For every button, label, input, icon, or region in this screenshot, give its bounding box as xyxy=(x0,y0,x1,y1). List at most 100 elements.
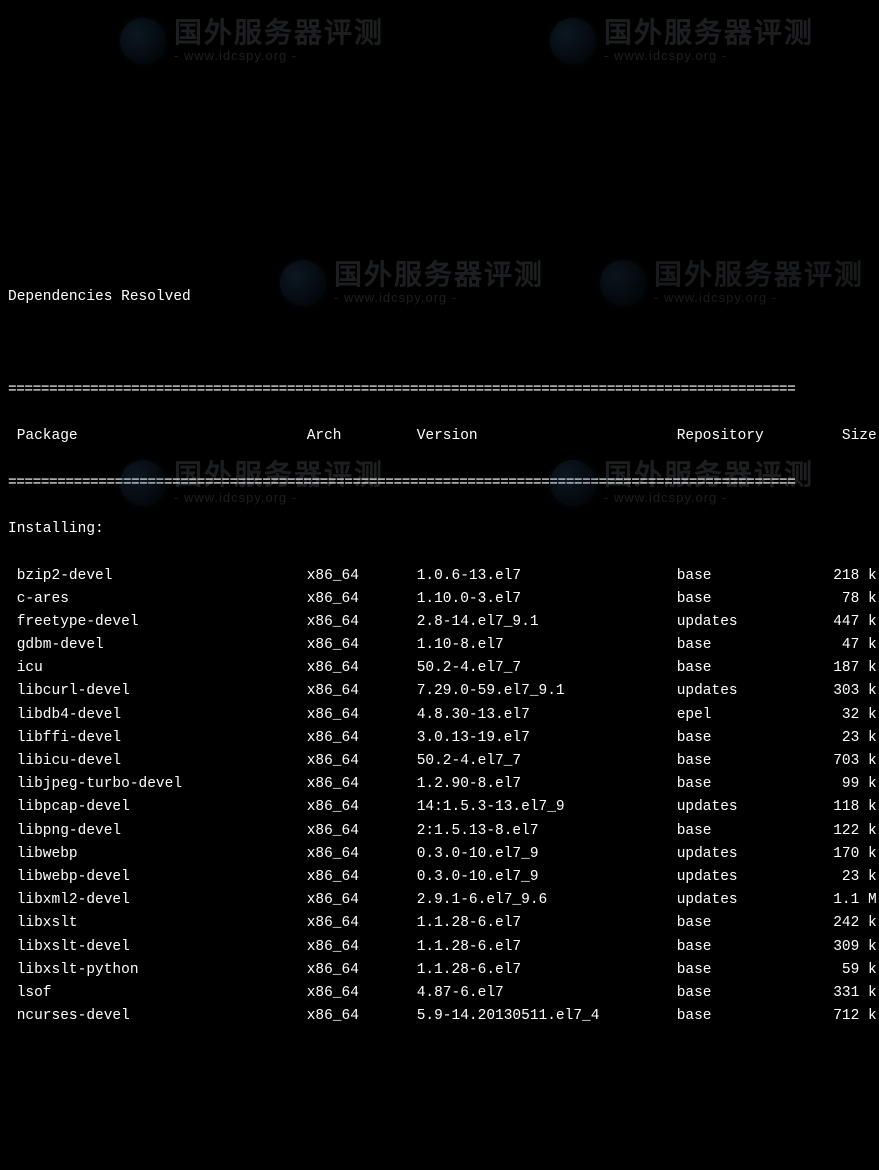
col-repository: Repository xyxy=(677,425,817,448)
table-row: libicu-develx86_6450.2-4.el7_7base703 k xyxy=(8,750,871,773)
table-row: lsofx86_644.87-6.el7base331 k xyxy=(8,982,871,1005)
table-row: libffi-develx86_643.0.13-19.el7base23 k xyxy=(8,727,871,750)
cell-arch: x86_64 xyxy=(307,727,417,750)
cell-arch: x86_64 xyxy=(307,820,417,843)
section-label: Installing: xyxy=(8,518,871,541)
cell-version: 1.1.28-6.el7 xyxy=(417,959,677,982)
cell-size: 331 k xyxy=(817,982,877,1005)
cell-size: 703 k xyxy=(817,750,877,773)
cell-size: 447 k xyxy=(817,611,877,634)
table-row: freetype-develx86_642.8-14.el7_9.1update… xyxy=(8,611,871,634)
table-row: libxslt-pythonx86_641.1.28-6.el7base59 k xyxy=(8,959,871,982)
divider-line: ========================================… xyxy=(8,472,871,495)
cell-arch: x86_64 xyxy=(307,982,417,1005)
cell-arch: x86_64 xyxy=(307,565,417,588)
blank-line xyxy=(8,333,871,356)
cell-version: 1.10-8.el7 xyxy=(417,634,677,657)
cell-repository: updates xyxy=(677,889,817,912)
cell-arch: x86_64 xyxy=(307,750,417,773)
cell-size: 303 k xyxy=(817,680,877,703)
table-row: libdb4-develx86_644.8.30-13.el7epel32 k xyxy=(8,704,871,727)
cell-size: 309 k xyxy=(817,936,877,959)
cell-arch: x86_64 xyxy=(307,889,417,912)
cell-arch: x86_64 xyxy=(307,866,417,889)
cell-package: libcurl-devel xyxy=(17,680,307,703)
cell-version: 4.8.30-13.el7 xyxy=(417,704,677,727)
cell-package: libpcap-devel xyxy=(17,796,307,819)
cell-repository: epel xyxy=(677,704,817,727)
cell-version: 2.9.1-6.el7_9.6 xyxy=(417,889,677,912)
cell-version: 50.2-4.el7_7 xyxy=(417,657,677,680)
cell-package: icu xyxy=(17,657,307,680)
divider-line: ========================================… xyxy=(8,379,871,402)
cell-package: lsof xyxy=(17,982,307,1005)
cell-repository: base xyxy=(677,936,817,959)
cell-version: 2:1.5.13-8.el7 xyxy=(417,820,677,843)
cell-size: 170 k xyxy=(817,843,877,866)
cell-package: libwebp-devel xyxy=(17,866,307,889)
table-row: libwebp-develx86_640.3.0-10.el7_9updates… xyxy=(8,866,871,889)
table-row: libpcap-develx86_6414:1.5.3-13.el7_9upda… xyxy=(8,796,871,819)
table-row: libwebpx86_640.3.0-10.el7_9updates170 k xyxy=(8,843,871,866)
cell-package: libpng-devel xyxy=(17,820,307,843)
col-arch: Arch xyxy=(307,425,417,448)
cell-repository: base xyxy=(677,750,817,773)
header-line: Dependencies Resolved xyxy=(8,286,871,309)
cell-size: 23 k xyxy=(817,727,877,750)
cell-size: 32 k xyxy=(817,704,877,727)
cell-repository: updates xyxy=(677,611,817,634)
cell-size: 122 k xyxy=(817,820,877,843)
col-package: Package xyxy=(17,425,307,448)
cell-size: 218 k xyxy=(817,565,877,588)
table-row: libjpeg-turbo-develx86_641.2.90-8.el7bas… xyxy=(8,773,871,796)
cell-package: libdb4-devel xyxy=(17,704,307,727)
cell-package: c-ares xyxy=(17,588,307,611)
cell-version: 2.8-14.el7_9.1 xyxy=(417,611,677,634)
cell-repository: base xyxy=(677,982,817,1005)
cell-version: 50.2-4.el7_7 xyxy=(417,750,677,773)
cell-size: 187 k xyxy=(817,657,877,680)
table-row: libxslt-develx86_641.1.28-6.el7base309 k xyxy=(8,936,871,959)
cell-package: libxslt-python xyxy=(17,959,307,982)
cell-size: 242 k xyxy=(817,912,877,935)
cell-version: 3.0.13-19.el7 xyxy=(417,727,677,750)
cell-repository: updates xyxy=(677,796,817,819)
terminal-output: Dependencies Resolved ==================… xyxy=(8,263,871,1051)
cell-arch: x86_64 xyxy=(307,773,417,796)
col-size: Size xyxy=(817,425,877,448)
cell-repository: updates xyxy=(677,680,817,703)
cell-package: libjpeg-turbo-devel xyxy=(17,773,307,796)
cell-arch: x86_64 xyxy=(307,680,417,703)
col-version: Version xyxy=(417,425,677,448)
cell-repository: base xyxy=(677,959,817,982)
cell-version: 0.3.0-10.el7_9 xyxy=(417,866,677,889)
cell-package: freetype-devel xyxy=(17,611,307,634)
cell-repository: base xyxy=(677,727,817,750)
table-row: libxml2-develx86_642.9.1-6.el7_9.6update… xyxy=(8,889,871,912)
cell-package: libffi-devel xyxy=(17,727,307,750)
cell-package: libwebp xyxy=(17,843,307,866)
cell-package: gdbm-devel xyxy=(17,634,307,657)
table-row: libpng-develx86_642:1.5.13-8.el7base122 … xyxy=(8,820,871,843)
cell-size: 712 k xyxy=(817,1005,877,1028)
cell-version: 7.29.0-59.el7_9.1 xyxy=(417,680,677,703)
cell-repository: base xyxy=(677,912,817,935)
cell-repository: base xyxy=(677,773,817,796)
cell-size: 118 k xyxy=(817,796,877,819)
table-row: libcurl-develx86_647.29.0-59.el7_9.1upda… xyxy=(8,680,871,703)
cell-package: ncurses-devel xyxy=(17,1005,307,1028)
cell-repository: base xyxy=(677,1005,817,1028)
cell-package: libxml2-devel xyxy=(17,889,307,912)
column-headers: PackageArchVersionRepositorySize xyxy=(8,425,871,448)
cell-size: 23 k xyxy=(817,866,877,889)
cell-arch: x86_64 xyxy=(307,657,417,680)
cell-version: 0.3.0-10.el7_9 xyxy=(417,843,677,866)
cell-package: libxslt-devel xyxy=(17,936,307,959)
cell-arch: x86_64 xyxy=(307,959,417,982)
cell-arch: x86_64 xyxy=(307,936,417,959)
cell-arch: x86_64 xyxy=(307,843,417,866)
cell-size: 1.1 M xyxy=(817,889,877,912)
cell-repository: base xyxy=(677,634,817,657)
watermark-logo: 国外服务器评测- www.idcspy.org - xyxy=(550,18,814,64)
cell-arch: x86_64 xyxy=(307,912,417,935)
